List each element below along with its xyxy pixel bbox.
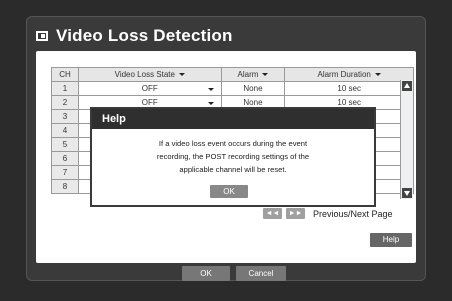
channel-number: 5 <box>51 137 79 152</box>
column-header-ch: CH <box>51 67 79 82</box>
video-loss-state-select[interactable]: OFF <box>78 81 222 96</box>
scroll-down-icon[interactable] <box>402 188 412 198</box>
chevron-down-icon <box>207 102 214 105</box>
table-row: 1 OFF None 10 sec <box>51 81 414 96</box>
chevron-down-icon <box>262 73 269 77</box>
dialog-title: Help <box>92 109 374 129</box>
chevron-down-icon <box>207 88 214 91</box>
help-dialog: Help If a video loss event occurs during… <box>90 107 376 207</box>
column-header-alarm[interactable]: Alarm <box>220 67 286 82</box>
channel-number: 4 <box>51 123 79 138</box>
channel-number: 1 <box>51 81 79 96</box>
cancel-button[interactable]: Cancel <box>236 266 286 281</box>
fast-forward-icon[interactable]: ►► <box>286 208 305 219</box>
ok-button[interactable]: OK <box>182 266 230 281</box>
channel-number: 3 <box>51 109 79 124</box>
dialog-line: If a video loss event occurs during the … <box>158 139 308 148</box>
column-header-alarm-duration[interactable]: Alarm Duration <box>284 67 414 82</box>
dialog-line: recording, the POST recording settings o… <box>156 152 310 161</box>
channel-number: 8 <box>51 179 79 194</box>
dialog-message: If a video loss event occurs during the … <box>104 137 362 176</box>
chevron-down-icon <box>178 73 185 77</box>
window-title: Video Loss Detection <box>56 26 233 45</box>
pager-label: Previous/Next Page <box>313 208 393 219</box>
channel-number: 6 <box>51 151 79 166</box>
page-navigation: ◄◄ ►► Previous/Next Page <box>263 208 393 219</box>
dialog-line: applicable channel will be reset. <box>179 165 287 174</box>
table-scrollbar[interactable] <box>400 80 413 199</box>
help-button[interactable]: Help <box>370 233 412 247</box>
rewind-icon[interactable]: ◄◄ <box>263 208 282 219</box>
dialog-ok-button[interactable]: OK <box>210 185 248 198</box>
channel-number: 2 <box>51 95 79 110</box>
alarm-select[interactable]: None <box>220 81 286 96</box>
window-title-bar: Video Loss Detection <box>36 24 233 48</box>
window-icon <box>36 31 48 41</box>
chevron-down-icon <box>374 73 381 77</box>
channel-number: 7 <box>51 165 79 180</box>
alarm-duration-select[interactable]: 10 sec <box>284 81 414 96</box>
scroll-up-icon[interactable] <box>402 81 412 91</box>
column-header-video-loss-state[interactable]: Video Loss State <box>78 67 222 82</box>
bottom-button-bar: OK Cancel <box>182 266 286 281</box>
